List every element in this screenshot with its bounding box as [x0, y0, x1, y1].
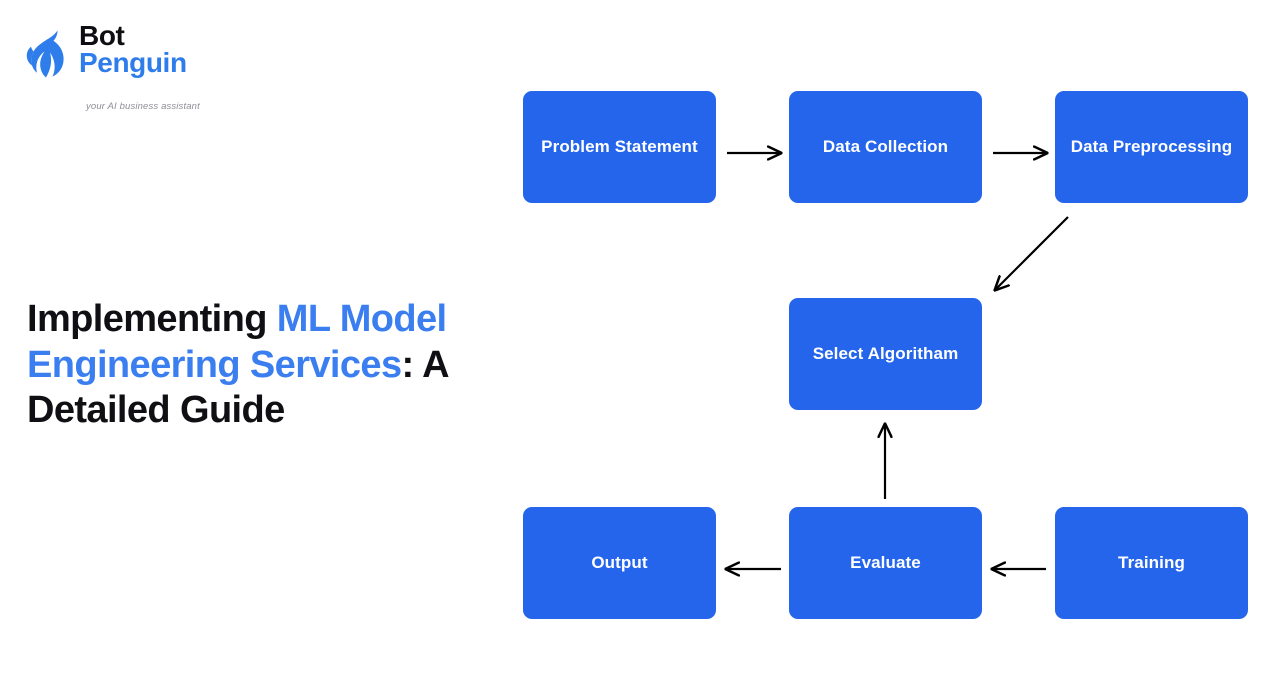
flow-node-problem-statement[interactable]: Problem Statement	[523, 91, 716, 203]
flow-node-data-preprocessing[interactable]: Data Preprocessing	[1055, 91, 1248, 203]
ml-pipeline-flowchart: Problem Statement Data Collection Data P…	[0, 0, 1280, 686]
flow-node-select-algorithm[interactable]: Select Algoritham	[789, 298, 982, 410]
flow-node-data-collection[interactable]: Data Collection	[789, 91, 982, 203]
arrow-preprocess-to-select	[995, 216, 1069, 290]
flow-node-output[interactable]: Output	[523, 507, 716, 619]
flow-node-training[interactable]: Training	[1055, 507, 1248, 619]
flow-node-evaluate[interactable]: Evaluate	[789, 507, 982, 619]
